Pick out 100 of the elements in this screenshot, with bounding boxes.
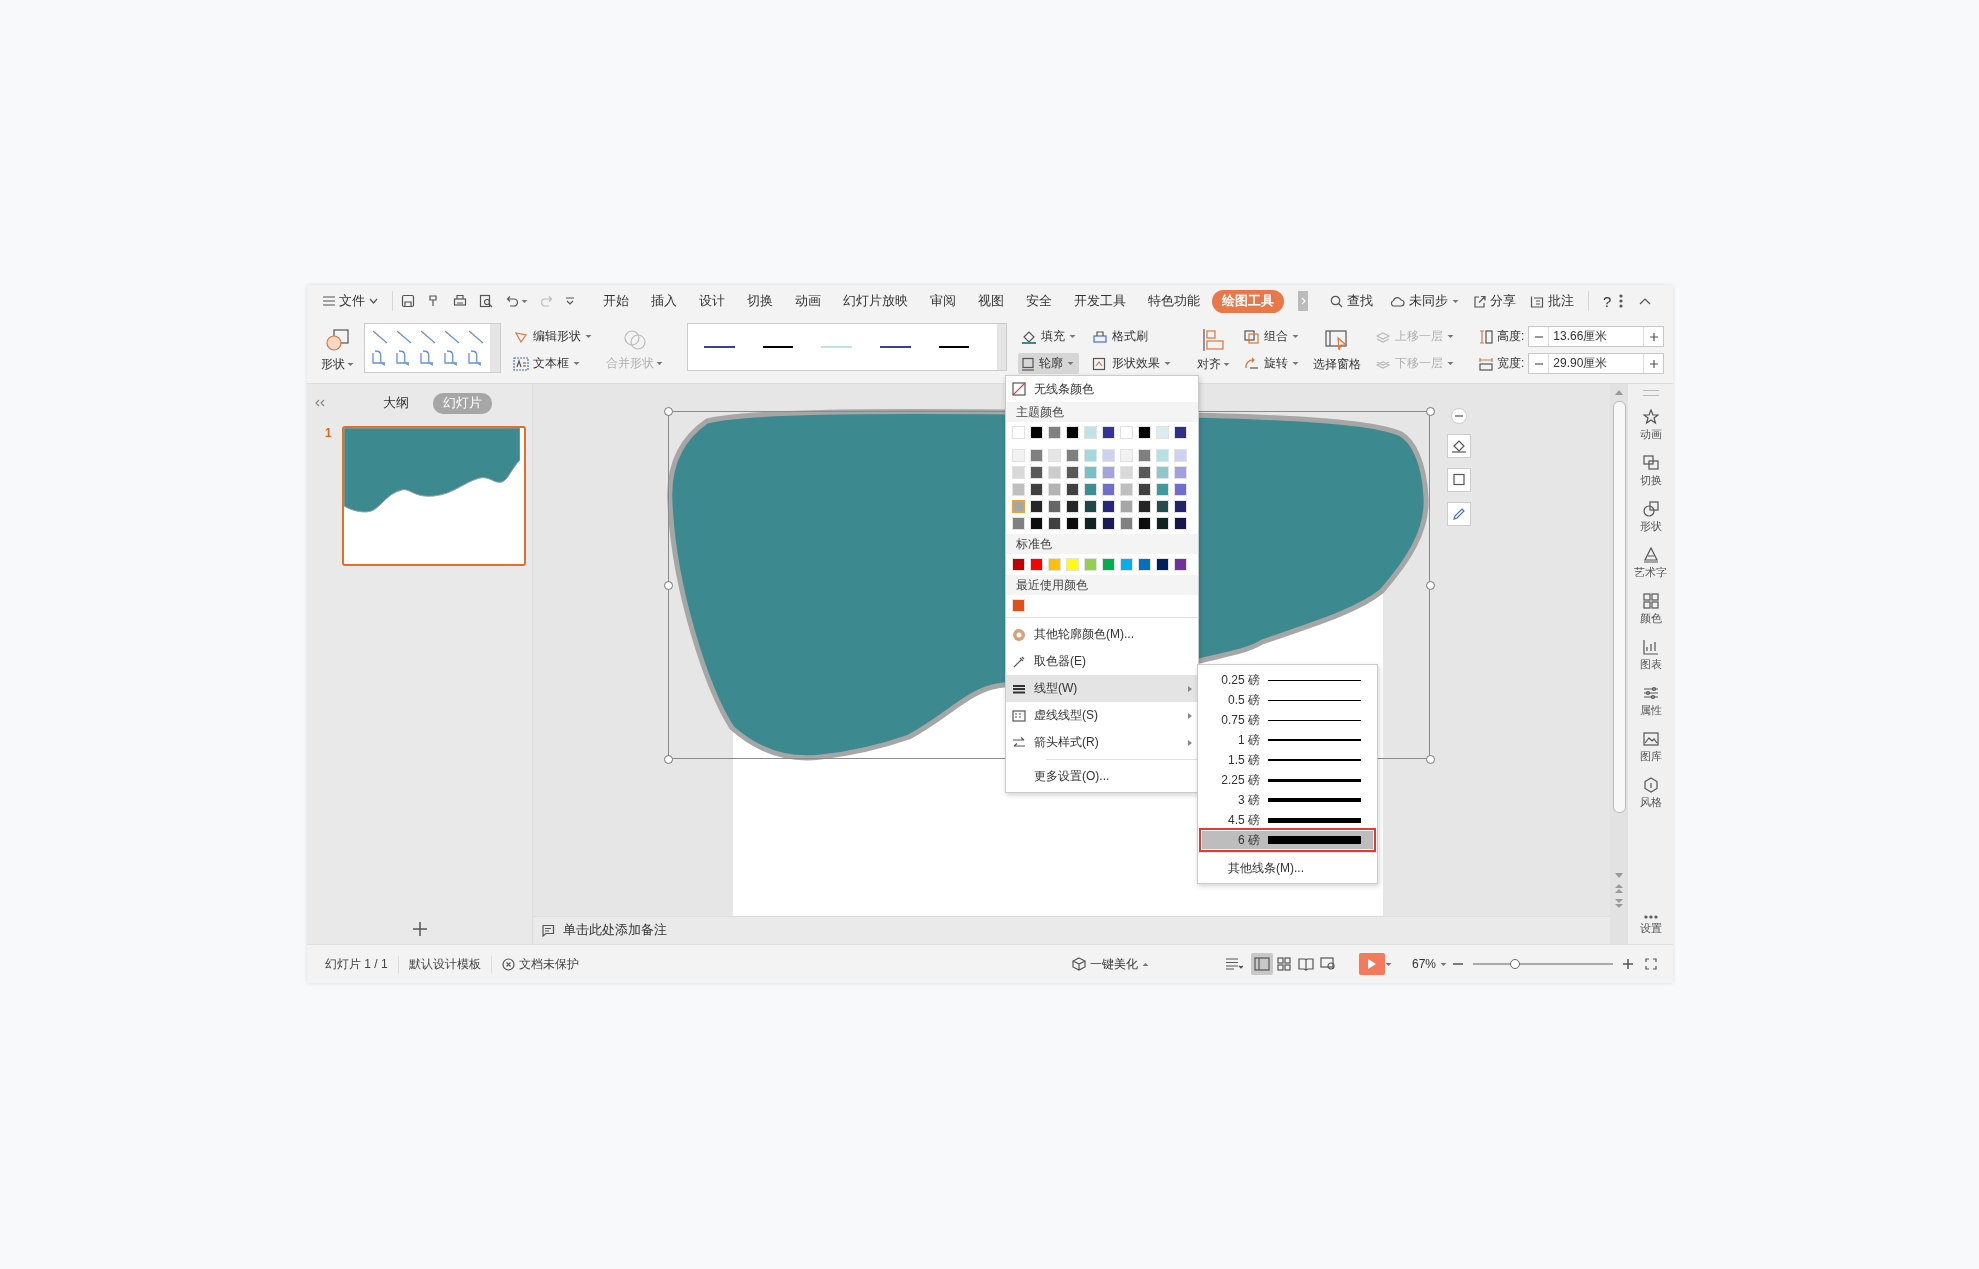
sidebar-button[interactable]: 风格 xyxy=(1639,777,1662,810)
ribbon-tab[interactable]: 安全 xyxy=(1016,289,1063,313)
ribbon-tab[interactable]: 开发工具 xyxy=(1064,289,1137,313)
comment-button[interactable]: 批注 xyxy=(1524,289,1580,313)
size-field[interactable]: 29.90厘米 xyxy=(1528,353,1665,374)
scroll-down-icon[interactable] xyxy=(1615,873,1623,878)
panel-tab[interactable]: 大纲 xyxy=(373,392,419,414)
line-weight-item[interactable]: 0.25 磅 xyxy=(1202,671,1373,689)
ribbon-tab[interactable]: 设计 xyxy=(689,289,736,313)
ribbon-tab[interactable]: 审阅 xyxy=(920,289,967,313)
line-weight-item[interactable]: 1 磅 xyxy=(1202,731,1373,749)
shape-button[interactable]: 形状 xyxy=(315,319,360,381)
line-weight-item[interactable]: 6 磅 xyxy=(1202,831,1373,849)
ribbon-tab[interactable]: 插入 xyxy=(641,289,688,313)
sidebar-button[interactable]: 艺术字 xyxy=(1634,547,1667,580)
sidebar-button[interactable]: 形状 xyxy=(1639,501,1662,534)
collapse-button[interactable] xyxy=(1451,408,1467,424)
menu-item[interactable]: 更多设置(O)... xyxy=(1006,763,1198,790)
text-box-button[interactable]: 文本框 xyxy=(510,353,595,374)
share-button[interactable]: 分享 xyxy=(1467,289,1522,313)
help-button[interactable]: ? xyxy=(1597,289,1618,313)
more-lines-item[interactable]: 其他线条(M)... xyxy=(1198,856,1304,879)
fill-button[interactable]: 填充 xyxy=(1018,326,1079,347)
menu-item[interactable]: 线型(W) xyxy=(1006,675,1198,702)
resize-handle[interactable] xyxy=(663,580,673,590)
notes-placeholder[interactable]: 单击此处添加备注 xyxy=(563,922,667,939)
menu-item[interactable]: 箭头样式(R) xyxy=(1006,729,1198,756)
line-weight-item[interactable]: 4.5 磅 xyxy=(1202,811,1373,829)
view-button[interactable] xyxy=(1250,953,1273,975)
sidebar-button[interactable]: 图库 xyxy=(1639,731,1662,764)
outline-button[interactable]: 轮廓 xyxy=(1018,353,1079,374)
search-button[interactable]: 查找 xyxy=(1324,289,1379,313)
gallery-scrollbar[interactable] xyxy=(997,324,1006,370)
shape-effects-button[interactable]: 形状效果 xyxy=(1089,353,1174,374)
undo-icon[interactable] xyxy=(504,295,519,307)
collapse-ribbon-icon[interactable] xyxy=(1639,297,1652,305)
align-button[interactable]: 对齐 xyxy=(1191,319,1236,381)
sidebar-button[interactable]: 颜色 xyxy=(1639,593,1662,626)
ribbon-tab[interactable]: 视图 xyxy=(968,289,1015,313)
line-weight-item[interactable]: 1.5 磅 xyxy=(1202,751,1373,769)
save-icon[interactable] xyxy=(401,294,415,308)
menu-item[interactable]: 其他轮廓颜色(M)... xyxy=(1006,621,1198,648)
ribbon-tab[interactable]: 开始 xyxy=(593,289,640,313)
gallery-scrollbar[interactable] xyxy=(490,324,500,372)
format-painter-button[interactable]: 格式刷 xyxy=(1089,326,1174,347)
no-line-color-item[interactable]: 无线条颜色 xyxy=(1006,378,1198,400)
slide-thumbnail[interactable] xyxy=(341,426,526,566)
notes-toggle-icon[interactable] xyxy=(1224,958,1243,970)
previous-slide-icon[interactable] xyxy=(1615,884,1623,893)
outline-style-button[interactable] xyxy=(1447,468,1471,492)
chevron-down-icon xyxy=(369,298,378,304)
zoom-in-icon[interactable] xyxy=(1623,959,1633,969)
more-tabs-button[interactable] xyxy=(1298,291,1308,311)
color-swatch[interactable] xyxy=(1012,500,1025,513)
zoom-thumb[interactable] xyxy=(1510,959,1520,969)
fit-window-icon[interactable] xyxy=(1645,958,1657,970)
pen-button[interactable] xyxy=(1447,502,1471,526)
rotate-button[interactable]: 旋转 xyxy=(1241,353,1302,374)
template-name[interactable]: 默认设计模板 xyxy=(398,955,492,973)
line-weight-item[interactable]: 2.25 磅 xyxy=(1202,771,1373,789)
resize-handle[interactable] xyxy=(663,406,673,416)
selection-pane-button[interactable]: 选择窗格 xyxy=(1307,319,1367,381)
collapse-panel-icon[interactable] xyxy=(315,399,325,407)
size-field[interactable]: 13.66厘米 xyxy=(1528,326,1665,347)
beautify-button[interactable]: 一键美化 xyxy=(1065,952,1155,976)
sidebar-button[interactable]: 属性 xyxy=(1639,685,1662,718)
sync-button[interactable]: 未同步 xyxy=(1383,289,1465,313)
size-input[interactable]: 29.90厘米 xyxy=(1549,356,1644,371)
line-weight-item[interactable]: 0.75 磅 xyxy=(1202,711,1373,729)
ribbon-tab[interactable]: 幻灯片放映 xyxy=(833,289,919,313)
edit-shape-button[interactable]: 编辑形状 xyxy=(510,326,595,347)
print-preview-icon[interactable] xyxy=(478,294,493,308)
resize-handle[interactable] xyxy=(1425,754,1435,764)
size-input[interactable]: 13.66厘米 xyxy=(1549,329,1644,344)
sidebar-button[interactable]: 图表 xyxy=(1639,639,1662,672)
menu-item[interactable]: 虚线线型(S) xyxy=(1006,702,1198,729)
line-weight-item[interactable]: 0.5 磅 xyxy=(1202,691,1373,709)
scroll-up-icon[interactable] xyxy=(1615,390,1623,395)
line-weight-item[interactable]: 3 磅 xyxy=(1202,791,1373,809)
ribbon-tab[interactable]: 特色功能 xyxy=(1138,289,1211,313)
next-slide-icon[interactable] xyxy=(1615,899,1623,908)
sidebar-button[interactable]: 切换 xyxy=(1639,455,1662,488)
print-icon[interactable] xyxy=(452,294,467,308)
caret-icon xyxy=(1384,961,1392,967)
scrollbar-thumb[interactable] xyxy=(1612,401,1626,813)
group-button[interactable]: 组合 xyxy=(1241,326,1302,347)
settings-button[interactable]: 设置 xyxy=(1639,915,1662,936)
ribbon-tab[interactable]: 切换 xyxy=(737,289,784,313)
customize-icon[interactable] xyxy=(565,297,576,305)
resize-handle[interactable] xyxy=(1425,406,1435,416)
resize-handle[interactable] xyxy=(1425,580,1435,590)
resize-handle[interactable] xyxy=(663,754,673,764)
more-options-icon[interactable] xyxy=(1619,294,1624,308)
ribbon-tab[interactable]: 动画 xyxy=(785,289,832,313)
shape-style-button[interactable] xyxy=(1447,434,1471,458)
file-menu[interactable]: 文件 xyxy=(317,289,384,313)
zoom-level[interactable]: 67% xyxy=(1405,954,1453,974)
sidebar-button[interactable]: 动画 xyxy=(1639,409,1662,442)
play-button[interactable] xyxy=(1358,953,1385,975)
protection-status[interactable]: 文档未保护 xyxy=(518,955,579,973)
